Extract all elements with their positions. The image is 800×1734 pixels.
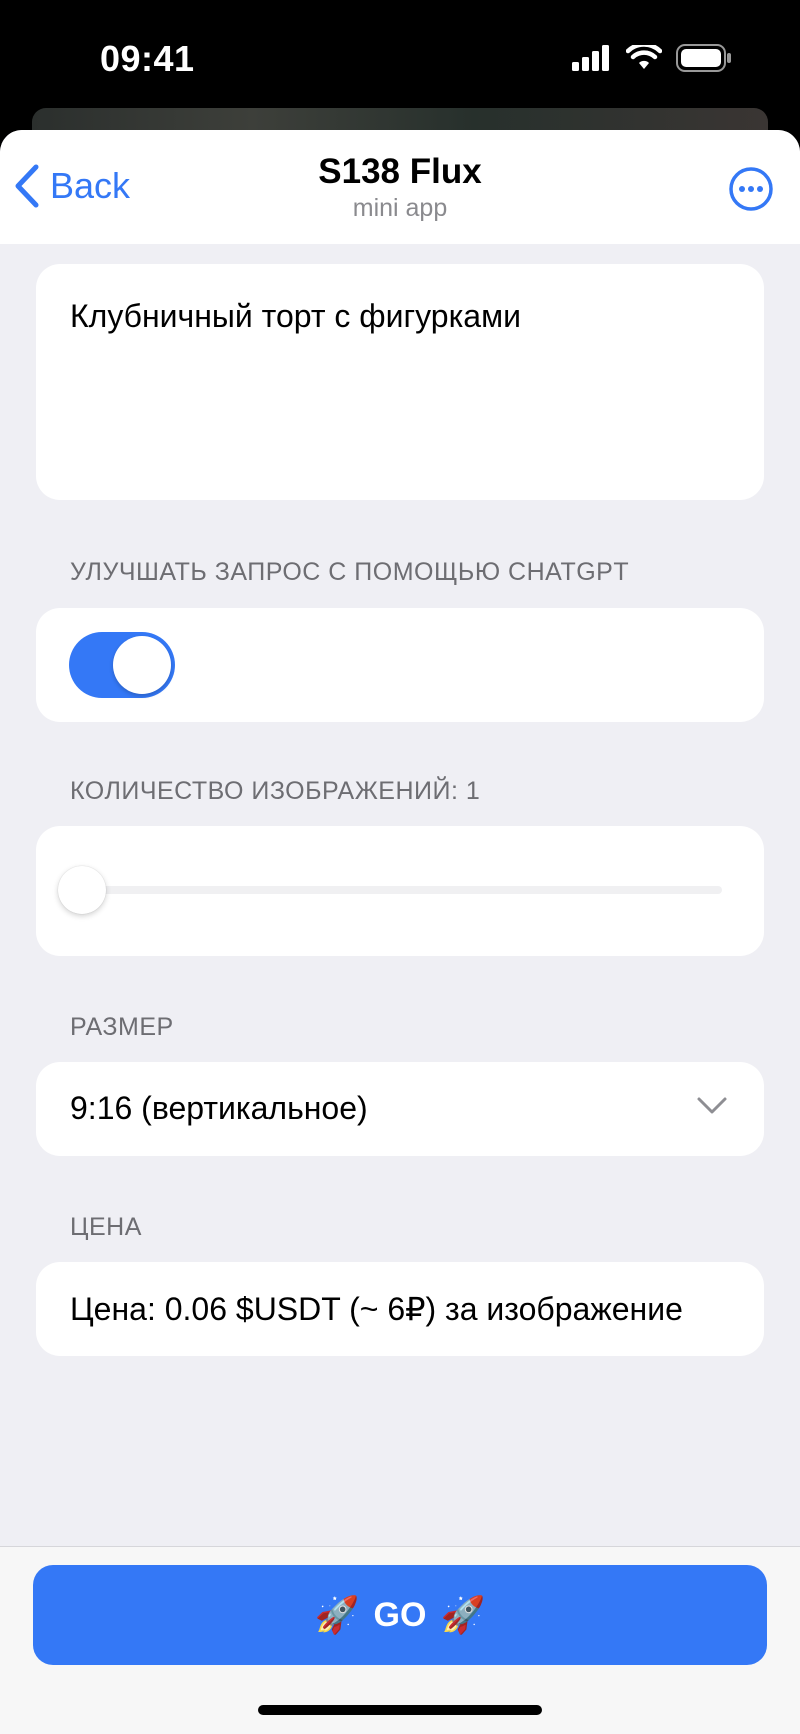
go-label: GO	[373, 1595, 427, 1634]
mini-app-sheet: Back S138 Flux mini app Клубничный торт …	[0, 130, 800, 1734]
size-select[interactable]: 9:16 (вертикальное)	[36, 1062, 764, 1156]
bottom-bar: 🚀 GO 🚀	[0, 1546, 800, 1734]
status-icons	[572, 44, 732, 72]
rocket-icon: 🚀	[440, 1594, 486, 1635]
enhance-label: УЛУЧШАТЬ ЗАПРОС С ПОМОЩЬЮ CHATGPT	[70, 558, 630, 586]
size-label: РАЗМЕР	[70, 1013, 174, 1041]
page-title: S138 Flux	[318, 152, 482, 191]
cellular-signal-icon	[572, 45, 609, 71]
enhance-card	[36, 608, 764, 722]
status-time: 09:41	[100, 38, 195, 79]
rocket-icon: 🚀	[314, 1594, 360, 1635]
chevron-down-icon	[697, 1097, 727, 1114]
status-bar: 09:41	[0, 0, 800, 118]
wifi-icon	[626, 45, 662, 69]
page-subtitle: mini app	[352, 194, 448, 222]
prompt-textarea[interactable]: Клубничный торт с фигурками	[36, 264, 764, 500]
more-button[interactable]	[728, 166, 774, 217]
battery-icon	[676, 44, 731, 72]
toggle-knob	[113, 636, 171, 694]
price-label: ЦЕНА	[70, 1213, 142, 1241]
enhance-toggle[interactable]	[69, 632, 175, 698]
image-count-card	[36, 826, 764, 956]
image-count-label: КОЛИЧЕСТВО ИЗОБРАЖЕНИЙ: 1	[70, 777, 481, 805]
price-card: Цена: 0.06 $USDT (~ 6₽) за изображение	[36, 1262, 764, 1356]
more-icon	[729, 167, 773, 211]
slider-track[interactable]	[82, 886, 722, 894]
home-indicator	[258, 1705, 542, 1715]
go-button[interactable]: 🚀 GO 🚀	[33, 1565, 767, 1665]
price-text: Цена: 0.06 $USDT (~ 6₽) за изображение	[70, 1291, 683, 1327]
size-selected-value: 9:16 (вертикальное)	[70, 1090, 368, 1126]
prompt-text: Клубничный торт с фигурками	[70, 298, 521, 334]
slider-thumb[interactable]	[58, 866, 106, 914]
navigation-bar: Back S138 Flux mini app	[0, 130, 800, 244]
